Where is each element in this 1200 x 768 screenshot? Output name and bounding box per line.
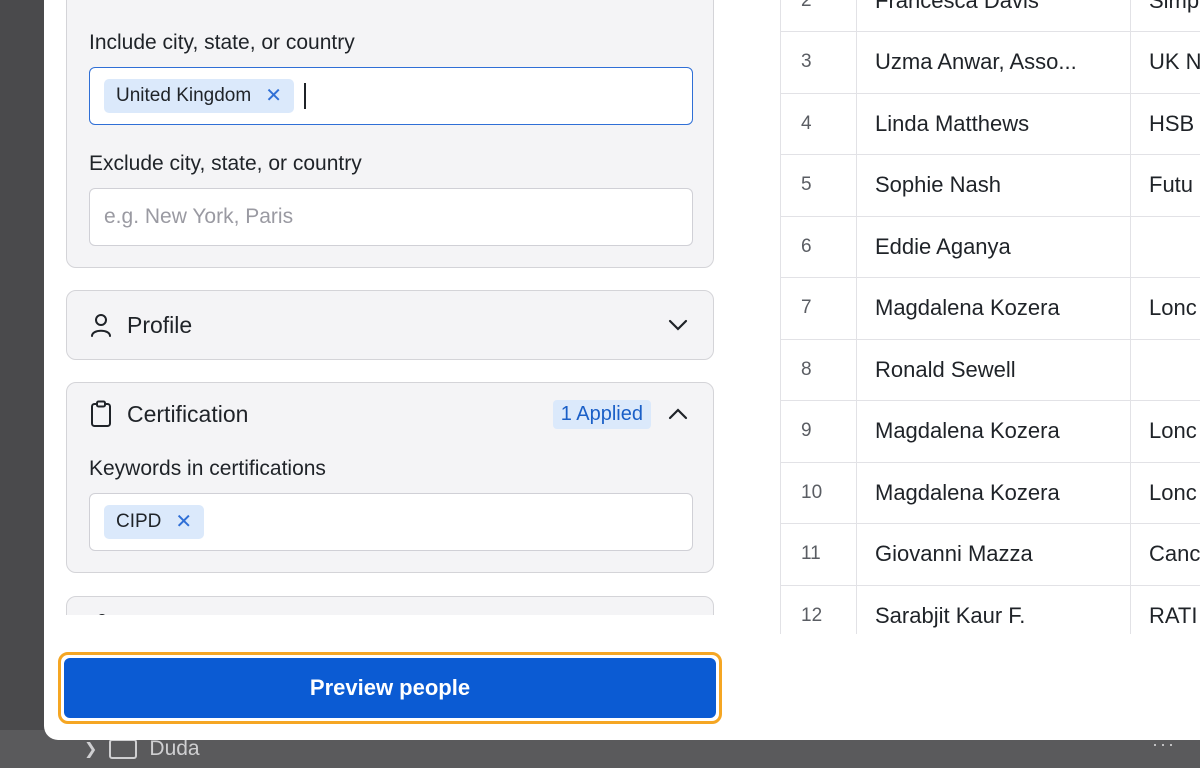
person-name[interactable]: Magdalena Kozera xyxy=(857,400,1131,462)
include-location-label: Include city, state, or country xyxy=(89,31,355,54)
table-row[interactable]: 7 Magdalena Kozera Lonc xyxy=(781,277,1200,340)
table-row[interactable]: 4 Linda Matthews HSB xyxy=(781,93,1200,155)
row-number: 4 xyxy=(781,93,857,154)
person-icon xyxy=(89,312,113,338)
certification-filter-card: Certification 1 Applied Keywords in cert… xyxy=(66,382,714,573)
preview-button-focus-ring: Preview people xyxy=(58,652,722,724)
certification-keywords-label: Keywords in certifications xyxy=(89,457,326,480)
profile-header[interactable]: Profile xyxy=(89,305,693,345)
table-row[interactable]: 10 Magdalena Kozera Lonc xyxy=(781,462,1200,524)
table-row[interactable]: 9 Magdalena Kozera Lonc xyxy=(781,400,1200,463)
company-name: HSB xyxy=(1149,110,1195,136)
row-number: 12 xyxy=(781,585,857,634)
company-name: Futu xyxy=(1149,172,1194,197)
filters-panel[interactable]: Include city, state, or country United K… xyxy=(44,0,736,615)
row-number: 2 xyxy=(781,0,857,31)
person-name[interactable]: Uzma Anwar, Asso... xyxy=(857,31,1131,93)
table-row[interactable]: 8 Ronald Sewell xyxy=(781,339,1200,401)
row-number: 6 xyxy=(781,216,857,277)
table-row[interactable]: 3 Uzma Anwar, Asso... UK N xyxy=(781,31,1200,94)
certification-title: Certification xyxy=(127,400,249,427)
company-name: Lonc xyxy=(1149,479,1197,505)
company-name: Simp xyxy=(1149,0,1200,13)
location-chip: United Kingdom ✕ xyxy=(104,79,294,113)
chevron-down-icon[interactable] xyxy=(663,310,693,340)
row-number: 9 xyxy=(781,400,857,462)
certification-chip: CIPD ✕ xyxy=(104,505,205,539)
company-name xyxy=(1131,339,1200,400)
certification-header[interactable]: Certification 1 Applied xyxy=(89,394,693,434)
person-name[interactable]: Ronald Sewell xyxy=(857,339,1131,400)
remove-chip-icon[interactable]: ✕ xyxy=(265,86,282,106)
row-number: 3 xyxy=(781,31,857,93)
preview-people-button[interactable]: Preview people xyxy=(64,658,716,718)
company-name: UK N xyxy=(1149,49,1200,74)
person-name[interactable]: Sophie Nash xyxy=(857,154,1131,216)
person-name[interactable]: Eddie Aganya xyxy=(857,216,1131,277)
table-row[interactable]: 12 Sarabjit Kaur F. RATI xyxy=(781,585,1200,634)
company-name xyxy=(1131,216,1200,277)
table-row[interactable]: 6 Eddie Aganya xyxy=(781,216,1200,278)
table-row[interactable]: 5 Sophie Nash Futu xyxy=(781,154,1200,217)
person-name[interactable]: Francesca Davis xyxy=(857,0,1131,31)
certification-chip-label: CIPD xyxy=(116,511,162,532)
person-name[interactable]: Magdalena Kozera xyxy=(857,277,1131,339)
person-name[interactable]: Magdalena Kozera xyxy=(857,462,1131,523)
profile-filter-card[interactable]: Profile xyxy=(66,290,714,360)
location-chip-label: United Kingdom xyxy=(116,85,252,106)
chevron-right-icon: ❯ xyxy=(84,741,98,758)
remove-chip-icon[interactable]: ✕ xyxy=(175,512,192,532)
text-cursor xyxy=(303,83,306,109)
row-number: 7 xyxy=(781,277,857,339)
person-icon xyxy=(95,613,109,615)
include-location-input[interactable]: United Kingdom ✕ xyxy=(89,67,693,125)
folder-icon xyxy=(109,739,138,759)
person-name[interactable]: Sarabjit Kaur F. xyxy=(857,585,1131,634)
next-filter-card[interactable] xyxy=(66,596,714,615)
folder-label: Duda xyxy=(149,737,200,760)
row-number: 8 xyxy=(781,339,857,400)
chevron-up-icon[interactable] xyxy=(663,399,693,429)
person-name[interactable]: Linda Matthews xyxy=(857,93,1131,154)
row-number: 10 xyxy=(781,462,857,523)
location-filter-card: Include city, state, or country United K… xyxy=(66,0,714,268)
exclude-location-input[interactable]: e.g. New York, Paris xyxy=(89,188,693,246)
exclude-location-label: Exclude city, state, or country xyxy=(89,152,362,175)
row-number: 5 xyxy=(781,154,857,216)
clipboard-icon xyxy=(89,400,113,428)
company-name: RATI xyxy=(1149,602,1198,628)
applied-badge: 1 Applied xyxy=(552,399,651,429)
person-name[interactable]: Giovanni Mazza xyxy=(857,523,1131,585)
results-table[interactable]: 2 Francesca Davis Simp 3 Uzma Anwar, Asso...… xyxy=(780,0,1200,634)
company-name: Lonc xyxy=(1149,295,1197,320)
certification-keywords-input[interactable]: CIPD ✕ xyxy=(89,493,693,551)
table-row[interactable]: 2 Francesca Davis Simp xyxy=(781,0,1200,32)
company-name: Lonc xyxy=(1149,418,1197,443)
profile-title: Profile xyxy=(127,311,193,338)
table-row[interactable]: 11 Giovanni Mazza Canc xyxy=(781,523,1200,586)
row-number: 11 xyxy=(781,523,857,585)
company-name: Canc xyxy=(1149,541,1200,566)
exclude-location-placeholder: e.g. New York, Paris xyxy=(104,205,294,228)
